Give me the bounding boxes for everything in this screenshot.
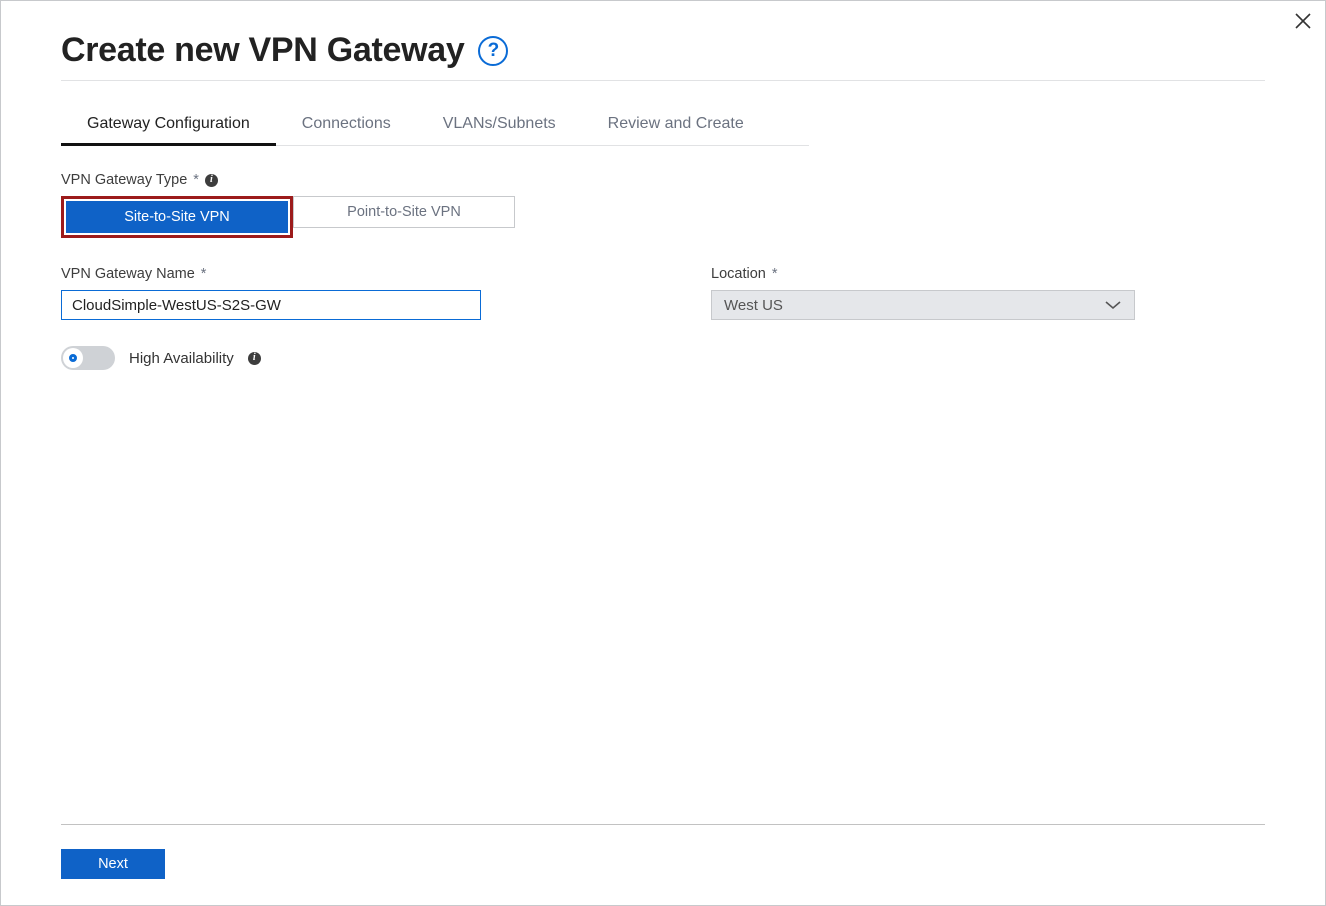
seg-label: Point-to-Site VPN (347, 204, 461, 220)
vpn-type-label: VPN Gateway Type (61, 172, 187, 188)
ha-row: High Availability (61, 346, 1265, 370)
tab-connections[interactable]: Connections (276, 105, 417, 145)
toggle-knob (63, 348, 83, 368)
title-row: Create new VPN Gateway ? (61, 31, 1265, 70)
location-label: Location (711, 266, 766, 282)
next-button-label: Next (98, 856, 128, 872)
required-marker: * (193, 172, 199, 188)
vpn-type-segmented: Site-to-Site VPN Point-to-Site VPN (61, 196, 1265, 238)
tab-label: Connections (302, 115, 391, 132)
location-select[interactable]: West US (711, 290, 1135, 320)
location-label-row: Location * (711, 266, 1135, 282)
chevron-down-icon (1104, 299, 1122, 311)
form-body: VPN Gateway Type * Site-to-Site VPN Poin… (61, 172, 1265, 370)
ha-label: High Availability (129, 350, 234, 367)
tab-label: Review and Create (608, 115, 744, 132)
vpn-type-site-to-site[interactable]: Site-to-Site VPN (66, 201, 288, 233)
wizard-tabs: Gateway Configuration Connections VLANs/… (61, 105, 809, 146)
name-label: VPN Gateway Name (61, 266, 195, 282)
location-value: West US (724, 297, 783, 314)
location-col: Location * West US (711, 266, 1135, 320)
vpn-type-point-to-site[interactable]: Point-to-Site VPN (293, 196, 515, 228)
vpn-gateway-name-input[interactable] (61, 290, 481, 320)
ha-toggle[interactable] (61, 346, 115, 370)
dialog-content: Create new VPN Gateway ? Gateway Configu… (61, 31, 1265, 905)
help-icon-glyph: ? (488, 40, 500, 62)
required-marker: * (201, 266, 207, 282)
dialog-panel: Create new VPN Gateway ? Gateway Configu… (0, 0, 1326, 906)
required-marker: * (772, 266, 778, 282)
tab-label: VLANs/Subnets (443, 115, 556, 132)
tab-gateway-configuration[interactable]: Gateway Configuration (61, 105, 276, 145)
info-icon[interactable] (248, 352, 261, 365)
name-location-row: VPN Gateway Name * Location * West US (61, 266, 1265, 320)
next-button[interactable]: Next (61, 849, 165, 879)
name-col: VPN Gateway Name * (61, 266, 481, 320)
info-icon[interactable] (205, 174, 218, 187)
seg-label: Site-to-Site VPN (124, 209, 230, 225)
tab-label: Gateway Configuration (87, 115, 250, 132)
help-icon[interactable]: ? (478, 36, 508, 66)
tab-review-and-create[interactable]: Review and Create (582, 105, 770, 145)
title-divider (61, 80, 1265, 81)
name-label-row: VPN Gateway Name * (61, 266, 481, 282)
tab-vlans-subnets[interactable]: VLANs/Subnets (417, 105, 582, 145)
close-button[interactable] (1289, 7, 1317, 35)
page-title: Create new VPN Gateway (61, 31, 464, 70)
vpn-type-label-row: VPN Gateway Type * (61, 172, 1265, 188)
highlight-box: Site-to-Site VPN (61, 196, 293, 238)
footer-divider (61, 824, 1265, 825)
footer: Next (61, 824, 1265, 905)
